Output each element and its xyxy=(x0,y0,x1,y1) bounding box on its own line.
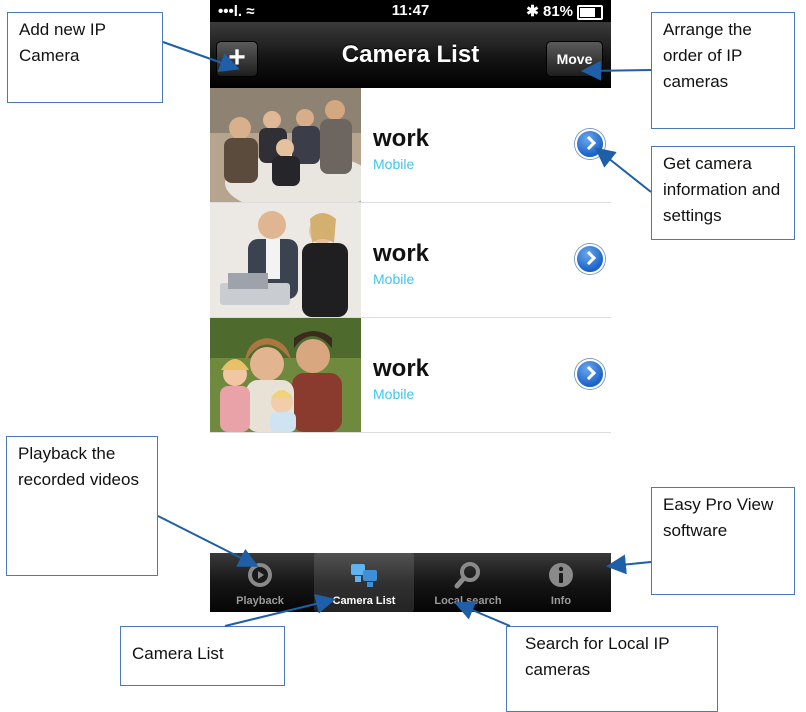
arrow-move xyxy=(581,60,652,81)
arrow-playback xyxy=(157,515,259,567)
arrow-easy-pro xyxy=(606,554,652,575)
arrow-camera-info xyxy=(594,147,652,193)
arrow-add-camera xyxy=(162,41,240,73)
arrow-camera-list xyxy=(224,594,336,627)
arrow-local-search xyxy=(454,601,511,627)
callout-arrows xyxy=(157,41,652,627)
